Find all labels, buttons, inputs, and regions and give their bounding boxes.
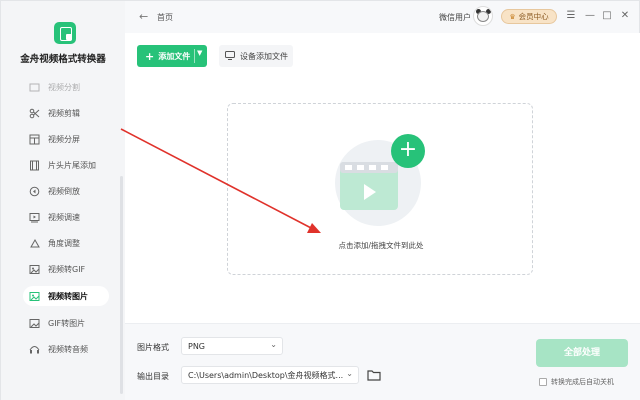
- chevron-down-icon: ⌄: [270, 340, 277, 349]
- sidebar-item-label: 片头片尾添加: [48, 160, 96, 170]
- app-logo-icon: [54, 22, 76, 44]
- sidebar-scrollbar[interactable]: [120, 176, 123, 394]
- auto-shutdown-option[interactable]: 转换完成后自动关机: [539, 377, 614, 387]
- split-screen-icon: [29, 134, 40, 145]
- sidebar-item-label: 角度调整: [48, 238, 80, 248]
- app-name: 金舟视频格式转换器: [20, 54, 106, 65]
- sidebar: 金舟视频格式转换器 视频分割 视频剪辑 视频分屏 片头片尾添加 视频倒放 视频调…: [1, 1, 125, 400]
- sidebar-item-label: 视频调速: [48, 212, 80, 222]
- menu-icon[interactable]: ☰: [565, 10, 577, 22]
- sidebar-item-intro-outro[interactable]: 片头片尾添加: [23, 155, 109, 175]
- speed-icon: [29, 212, 40, 223]
- device-add-file-label: 设备添加文件: [240, 51, 288, 61]
- gif-image-icon: [29, 318, 40, 329]
- auto-shutdown-checkbox[interactable]: [539, 378, 547, 386]
- video-file-icon: [340, 162, 398, 210]
- sidebar-item-video-splitscreen[interactable]: 视频分屏: [23, 129, 109, 149]
- image-format-label: 图片格式: [137, 343, 169, 352]
- sidebar-item-gif-to-image[interactable]: GIF转图片: [23, 313, 109, 333]
- sidebar-item-label: 视频转GIF: [48, 264, 86, 274]
- vip-center-label: 会员中心: [518, 12, 549, 21]
- folder-icon[interactable]: [367, 369, 381, 381]
- output-dir-value: C:\Users\admin\Desktop\金舟视频格式...: [188, 370, 344, 380]
- sidebar-item-video-to-image[interactable]: 视频转图片: [23, 286, 109, 306]
- sidebar-item-label: 视频分割: [48, 82, 80, 92]
- output-dir-label: 输出目录: [137, 372, 169, 381]
- auto-shutdown-label: 转换完成后自动关机: [551, 378, 614, 386]
- breadcrumb[interactable]: 首页: [157, 12, 173, 23]
- add-file-button[interactable]: + 添加文件 ▼: [137, 45, 207, 67]
- add-file-label: 添加文件: [158, 51, 191, 61]
- sidebar-item-label: 视频分屏: [48, 134, 80, 144]
- plus-icon: +: [145, 49, 155, 63]
- sidebar-item-label: 视频转音频: [48, 344, 88, 354]
- image-format-select[interactable]: PNG ⌄: [181, 337, 283, 355]
- avatar-face: [477, 11, 489, 22]
- titlebar: ← 首页 微信用户 ♛ 会员中心 ☰ — □ ✕: [125, 1, 640, 33]
- avatar[interactable]: [473, 6, 493, 26]
- film-strip-icon: [29, 160, 40, 171]
- audio-icon: [29, 344, 40, 355]
- sidebar-item-speed[interactable]: 视频调速: [23, 207, 109, 227]
- chevron-down-icon: ⌄: [346, 369, 353, 378]
- drop-zone-hint: 点击添加/拖拽文件到此处: [338, 241, 424, 250]
- close-icon[interactable]: ✕: [619, 10, 631, 22]
- sidebar-item-reverse[interactable]: 视频倒放: [23, 181, 109, 201]
- sidebar-item-video-to-audio[interactable]: 视频转音频: [23, 339, 109, 359]
- main-panel: + 添加文件 ▼ 设备添加文件 + 点击添加/拖拽文件到此处: [125, 33, 640, 323]
- device-icon: [225, 50, 235, 62]
- sidebar-item-video-to-gif[interactable]: 视频转GIF: [23, 259, 109, 279]
- sidebar-item-video-split[interactable]: 视频分割: [23, 81, 109, 97]
- image-icon: [29, 291, 40, 302]
- image-format-value: PNG: [188, 341, 206, 351]
- gif-icon: [29, 264, 40, 275]
- add-file-divider: [194, 49, 195, 63]
- app-window: 金舟视频格式转换器 视频分割 视频剪辑 视频分屏 片头片尾添加 视频倒放 视频调…: [0, 0, 640, 400]
- minimize-icon[interactable]: —: [584, 10, 596, 22]
- chevron-down-icon[interactable]: ▼: [197, 49, 202, 57]
- device-add-file-button[interactable]: 设备添加文件: [219, 45, 293, 67]
- sidebar-item-label: GIF转图片: [48, 318, 86, 328]
- convert-all-button[interactable]: 全部处理: [536, 339, 628, 367]
- rewind-icon: [29, 186, 40, 197]
- vip-center-button[interactable]: ♛ 会员中心: [501, 9, 557, 24]
- scissors-icon: [29, 108, 40, 119]
- sidebar-item-video-edit[interactable]: 视频剪辑: [23, 103, 109, 123]
- sidebar-item-label: 视频剪辑: [48, 108, 80, 118]
- crown-icon: ♛: [509, 12, 516, 21]
- cut-icon: [29, 82, 40, 93]
- file-drop-zone[interactable]: + 点击添加/拖拽文件到此处: [227, 103, 533, 275]
- sidebar-item-label: 视频转图片: [48, 291, 88, 301]
- add-plus-icon[interactable]: +: [391, 134, 425, 168]
- back-arrow-icon[interactable]: ←: [139, 10, 148, 23]
- sidebar-item-rotate[interactable]: 角度调整: [23, 233, 109, 253]
- maximize-icon[interactable]: □: [601, 10, 613, 22]
- output-dir-select[interactable]: C:\Users\admin\Desktop\金舟视频格式... ⌄: [181, 366, 359, 384]
- rotate-icon: [29, 238, 40, 249]
- sidebar-menu: 视频分割 视频剪辑 视频分屏 片头片尾添加 视频倒放 视频调速 角度调整 视频转…: [23, 81, 119, 371]
- output-settings-bar: 图片格式 PNG ⌄ 输出目录 C:\Users\admin\Desktop\金…: [125, 323, 640, 400]
- sidebar-item-label: 视频倒放: [48, 186, 80, 196]
- user-name[interactable]: 微信用户: [439, 12, 471, 23]
